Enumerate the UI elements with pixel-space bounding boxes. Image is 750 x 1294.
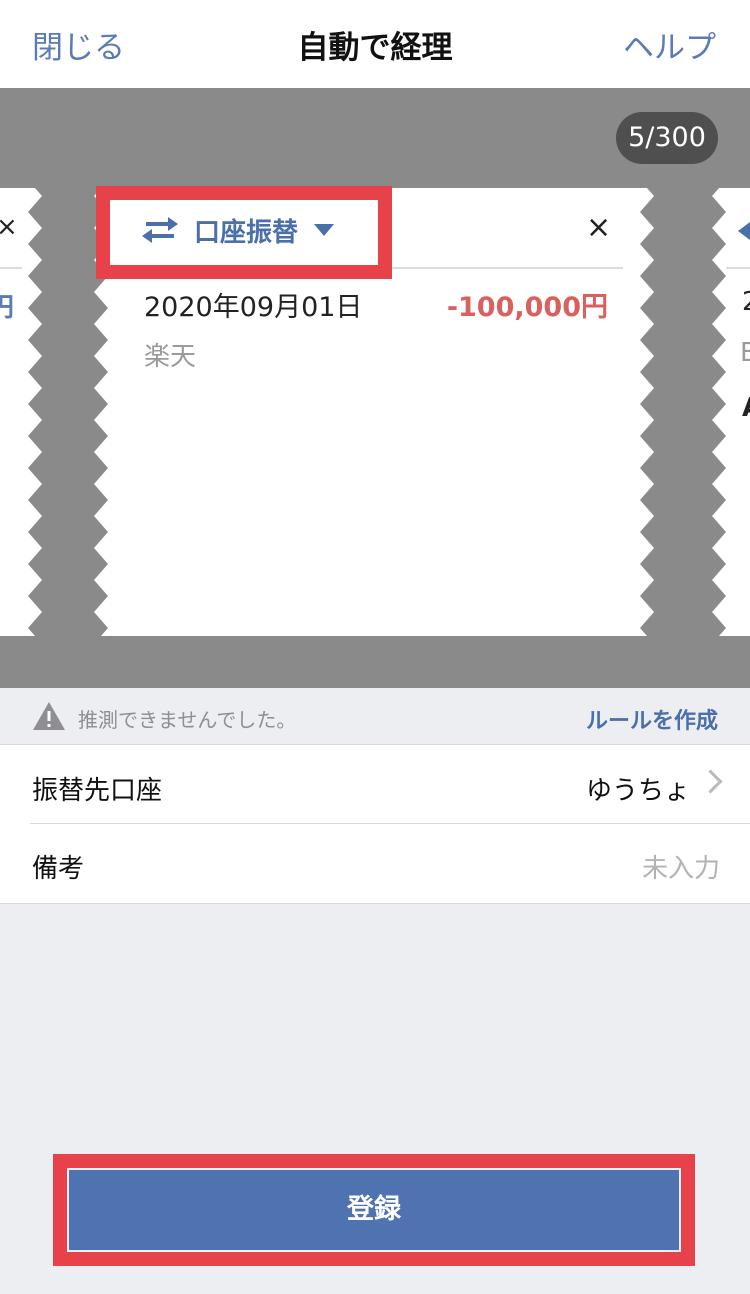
previous-card[interactable] [0,188,28,636]
destination-account-label: 振替先口座 [32,776,163,806]
memo-label: 備考 [32,854,85,884]
help-link[interactable]: ヘルプ [623,22,716,67]
next-card-divider [726,267,750,269]
previous-card-amount: 円 [0,293,15,323]
next-card-account: B [740,338,750,368]
next-card-mark: A [742,393,750,423]
create-rule-link[interactable]: ルールを作成 [586,703,718,735]
torn-edge-next-card [712,188,726,636]
next-card-transfer-icon [738,222,750,240]
close-icon[interactable]: × [586,210,611,245]
previous-card-divider [0,267,22,269]
row-divider [30,823,750,824]
destination-account-value[interactable]: ゆうちょ [586,770,690,807]
torn-edge-main-right [640,188,654,636]
notice-text: 推測できませんでした。 [78,708,297,732]
card-counter-badge: 5/300 [616,112,718,164]
torn-edge-left-of-prev-card [28,188,42,636]
transaction-date: 2020年09月01日 [144,292,363,323]
transaction-amount: -100,000円 [446,292,608,323]
previous-card-close-icon[interactable]: × [0,212,18,242]
transaction-account: 楽天 [144,342,197,372]
highlight-type-box [96,186,392,279]
transfer-form [0,745,750,904]
register-button[interactable]: 登録 [69,1170,679,1250]
warning-icon [33,702,65,730]
memo-field[interactable]: 未入力 [642,848,720,885]
next-card-date: 2 [742,287,750,317]
